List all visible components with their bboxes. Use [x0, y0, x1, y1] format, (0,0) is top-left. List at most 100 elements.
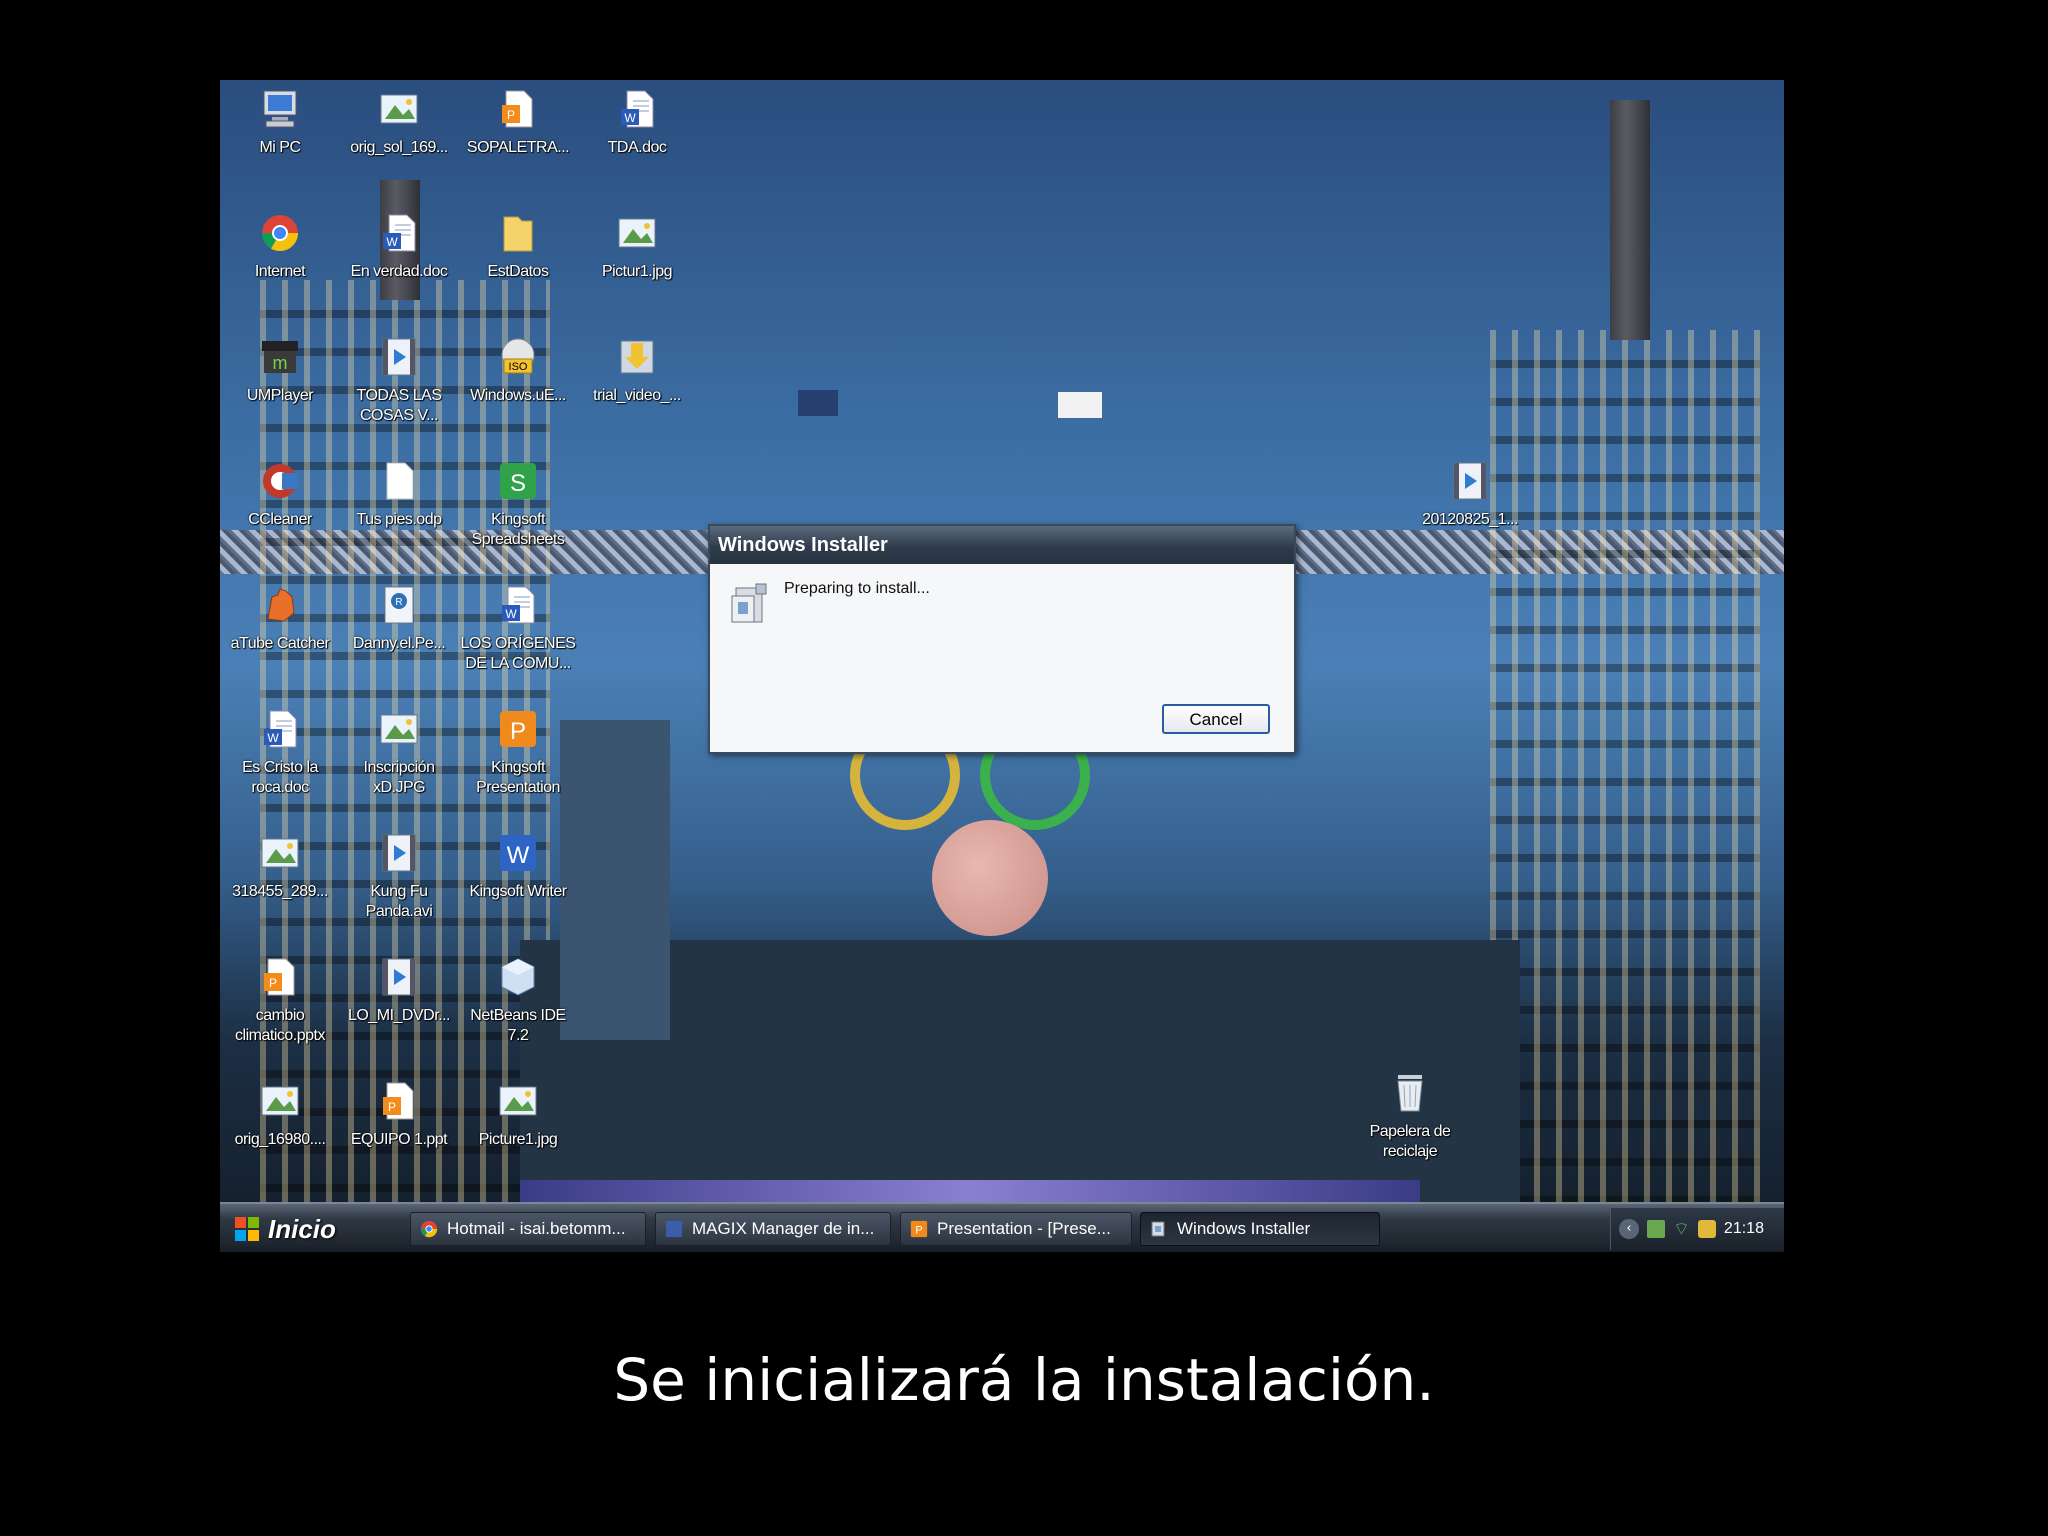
download-icon	[614, 334, 660, 380]
flag-left	[798, 390, 838, 416]
presentation-file-icon: P	[376, 1078, 422, 1124]
my-computer-icon	[257, 86, 303, 132]
desktop-icon[interactable]: W TDA.doc	[577, 86, 697, 158]
word-document-icon: W	[376, 210, 422, 256]
clock: 21:18	[1723, 1220, 1764, 1237]
desktop-icon[interactable]: CCleaner	[220, 458, 340, 530]
desktop-icon[interactable]: LO_MI_DVDr...	[339, 954, 459, 1026]
video-file-icon	[1447, 458, 1493, 504]
desktop-icon[interactable]: Pictur1.jpg	[577, 210, 697, 282]
word-document-icon: W	[614, 86, 660, 132]
taskbar-button[interactable]: Windows Installer	[1140, 1212, 1380, 1246]
desktop-icon[interactable]: EstDatos	[458, 210, 578, 282]
desktop-icon[interactable]: NetBeans IDE 7.2	[458, 954, 578, 1046]
desktop-icon-label: Tus pies.odp	[356, 511, 442, 528]
desktop-icon-label: EQUIPO 1.ppt	[350, 1131, 448, 1148]
taskbar-button[interactable]: MAGIX Manager de in...	[655, 1212, 891, 1246]
presentation-app-icon: P	[495, 706, 541, 752]
desktop-icon[interactable]: W Kingsoft Writer	[458, 830, 578, 902]
start-label: Inicio	[268, 1213, 336, 1244]
image-file-icon	[257, 1078, 303, 1124]
blank-document-icon	[376, 458, 422, 504]
desktop-icon[interactable]: Picture1.jpg	[458, 1078, 578, 1150]
back-arrow-icon[interactable]: ‹	[1619, 1219, 1639, 1239]
desktop-icon-label: orig_sol_169...	[350, 139, 448, 156]
desktop-icon-label: LO_MI_DVDr...	[348, 1007, 450, 1024]
netbeans-icon	[495, 954, 541, 1000]
recycle-bin-icon	[1387, 1070, 1433, 1116]
desktop-icon[interactable]: P SOPALETRA...	[458, 86, 578, 158]
desktop-icon[interactable]: ISO Windows.uE...	[458, 334, 578, 406]
svg-text:P: P	[507, 108, 515, 122]
desktop-icon-label: En verdad.doc	[350, 263, 448, 280]
desktop-icon[interactable]: W En verdad.doc	[339, 210, 459, 282]
river-lights	[520, 1180, 1420, 1202]
wifi-icon[interactable]: ⌔	[1673, 1218, 1690, 1241]
network-icon[interactable]	[1647, 1220, 1665, 1238]
taskbar-button[interactable]: P Presentation - [Prese...	[900, 1212, 1132, 1246]
desktop-icon-label: NetBeans IDE 7.2	[470, 1007, 566, 1044]
desktop-icon-label: Danny.el.Pe...	[352, 635, 446, 652]
taskbar-button-label: Presentation - [Prese...	[937, 1219, 1111, 1238]
image-file-icon	[376, 706, 422, 752]
taskbar-button-label: Hotmail - isai.betomm...	[447, 1219, 626, 1238]
desktop-icon[interactable]: Papelera de reciclaje	[1350, 1070, 1470, 1162]
windows-installer-dialog: Windows Installer Preparing to install..…	[708, 524, 1296, 754]
writer-app-icon: W	[495, 830, 541, 876]
desktop-icon[interactable]: W LOS ORÍGENES DE LA COMU...	[458, 582, 578, 674]
svg-text:m: m	[273, 353, 288, 373]
desktop-icon[interactable]: R Danny.el.Pe...	[339, 582, 459, 654]
desktop-icon[interactable]: Mi PC	[220, 86, 340, 158]
desktop-icon[interactable]: W Es Cristo la roca.doc	[220, 706, 340, 798]
desktop-icon[interactable]: m UMPlayer	[220, 334, 340, 406]
desktop-icon[interactable]: 318455_289...	[220, 830, 340, 902]
desktop-icon-label: 20120825_1...	[1422, 511, 1518, 528]
svg-text:R: R	[395, 597, 402, 608]
system-tray: ‹ ⌔ 21:18	[1610, 1208, 1784, 1250]
presentation-file-icon: P	[257, 954, 303, 1000]
svg-text:ISO: ISO	[509, 361, 528, 373]
desktop-icon-label: Kingsoft Presentation	[476, 759, 560, 796]
slide-caption: Se inicializará la instalación.	[613, 1346, 1435, 1414]
security-icon[interactable]	[1697, 1220, 1716, 1238]
desktop-icon[interactable]: orig_sol_169...	[339, 86, 459, 158]
desktop-icon-label: Pictur1.jpg	[601, 263, 673, 280]
desktop-icon-label: LOS ORÍGENES DE LA COMU...	[460, 635, 576, 672]
dialog-message: Preparing to install...	[784, 580, 930, 597]
presentation-app-icon: P	[909, 1219, 929, 1239]
desktop-icon[interactable]: P EQUIPO 1.ppt	[339, 1078, 459, 1150]
desktop-icon-label: trial_video_...	[593, 387, 681, 404]
svg-text:P: P	[269, 976, 277, 990]
taskbar-button[interactable]: Hotmail - isai.betomm...	[410, 1212, 646, 1246]
video-file-icon	[376, 334, 422, 380]
start-button[interactable]: Inicio	[220, 1204, 370, 1252]
cancel-button[interactable]: Cancel	[1162, 704, 1270, 734]
desktop-icon[interactable]: trial_video_...	[577, 334, 697, 406]
video-file-icon	[376, 830, 422, 876]
desktop-icon[interactable]: 20120825_1...	[1410, 458, 1530, 530]
svg-text:P: P	[915, 1225, 922, 1237]
desktop-icon[interactable]: Inscripción xD.JPG	[339, 706, 459, 798]
desktop-icon[interactable]: Internet	[220, 210, 340, 282]
video-file-icon	[376, 954, 422, 1000]
desktop-icon[interactable]: S Kingsoft Spreadsheets	[458, 458, 578, 550]
chrome-icon	[257, 210, 303, 256]
word-document-icon: W	[257, 706, 303, 752]
taskbar: Inicio Hotmail - isai.betomm... MAGIX Man…	[220, 1202, 1784, 1252]
desktop-icon[interactable]: P Kingsoft Presentation	[458, 706, 578, 798]
desktop-icon[interactable]: TODAS LAS COSAS V...	[339, 334, 459, 426]
desktop-icon-label: EstDatos	[487, 263, 549, 280]
desktop-icon[interactable]: Tus pies.odp	[339, 458, 459, 530]
svg-text:W: W	[624, 111, 636, 125]
atube-catcher-icon	[257, 582, 303, 628]
svg-text:P: P	[388, 1100, 396, 1114]
desktop-icon[interactable]: Pcambio climatico.pptx	[220, 954, 340, 1046]
desktop-icon[interactable]: orig_16980....	[220, 1078, 340, 1150]
svg-text:W: W	[267, 731, 279, 745]
desktop-icon[interactable]: Kung Fu Panda.avi	[339, 830, 459, 922]
desktop-icon[interactable]: aTube Catcher	[220, 582, 340, 654]
image-file-icon	[495, 1078, 541, 1124]
desktop-icon-label: TODAS LAS COSAS V...	[356, 387, 442, 424]
desktop-icon-label: Windows.uE...	[470, 387, 566, 404]
desktop-icon-label: Internet	[254, 263, 306, 280]
